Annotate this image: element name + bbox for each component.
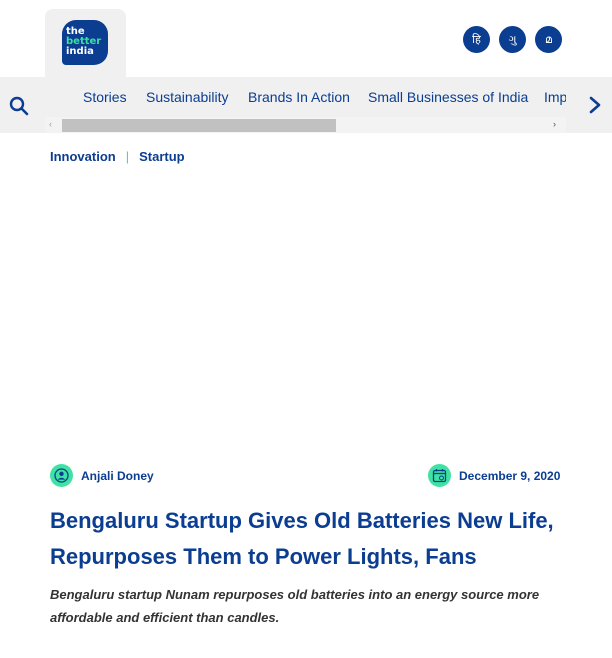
article-headline: Bengaluru Startup Gives Old Batteries Ne… (50, 508, 554, 569)
language-hindi-button[interactable]: हि (463, 26, 490, 53)
nav-item-impact[interactable]: Impact (544, 89, 566, 105)
breadcrumb-separator: | (125, 149, 130, 164)
article-subheadline: Bengaluru startup Nunam repurposes old b… (50, 587, 540, 625)
calendar-icon (428, 464, 451, 487)
nav-item-sustainability[interactable]: Sustainability (146, 89, 229, 105)
user-icon (50, 464, 73, 487)
scroll-left-arrow-icon[interactable]: ‹ (49, 119, 52, 129)
publish-date: December 9, 2020 (459, 468, 561, 483)
breadcrumb-startup[interactable]: Startup (139, 149, 185, 164)
scroll-right-arrow-icon[interactable]: › (553, 119, 556, 129)
chevron-right-icon[interactable] (587, 95, 603, 115)
nav-item-brands-in-action[interactable]: Brands In Action (248, 89, 350, 105)
nav-item-stories[interactable]: Stories (83, 89, 127, 105)
article-author[interactable]: Anjali Doney (50, 464, 154, 487)
category-nav-viewport: Stories Sustainability Brands In Action … (45, 77, 566, 117)
logo-line-india: india (66, 46, 94, 57)
nav-item-small-businesses[interactable]: Small Businesses of India (368, 89, 528, 105)
breadcrumb-innovation[interactable]: Innovation (50, 149, 116, 164)
site-logo[interactable]: the better india (62, 20, 108, 65)
language-gujarati-button[interactable]: ગુ (499, 26, 526, 53)
article-date: December 9, 2020 (428, 464, 560, 487)
language-malayalam-button[interactable]: മ (535, 26, 562, 53)
search-icon[interactable] (9, 96, 29, 116)
nav-scrollbar-thumb[interactable] (62, 119, 336, 132)
breadcrumb: Innovation | Startup (50, 149, 185, 164)
author-name[interactable]: Anjali Doney (81, 469, 154, 483)
